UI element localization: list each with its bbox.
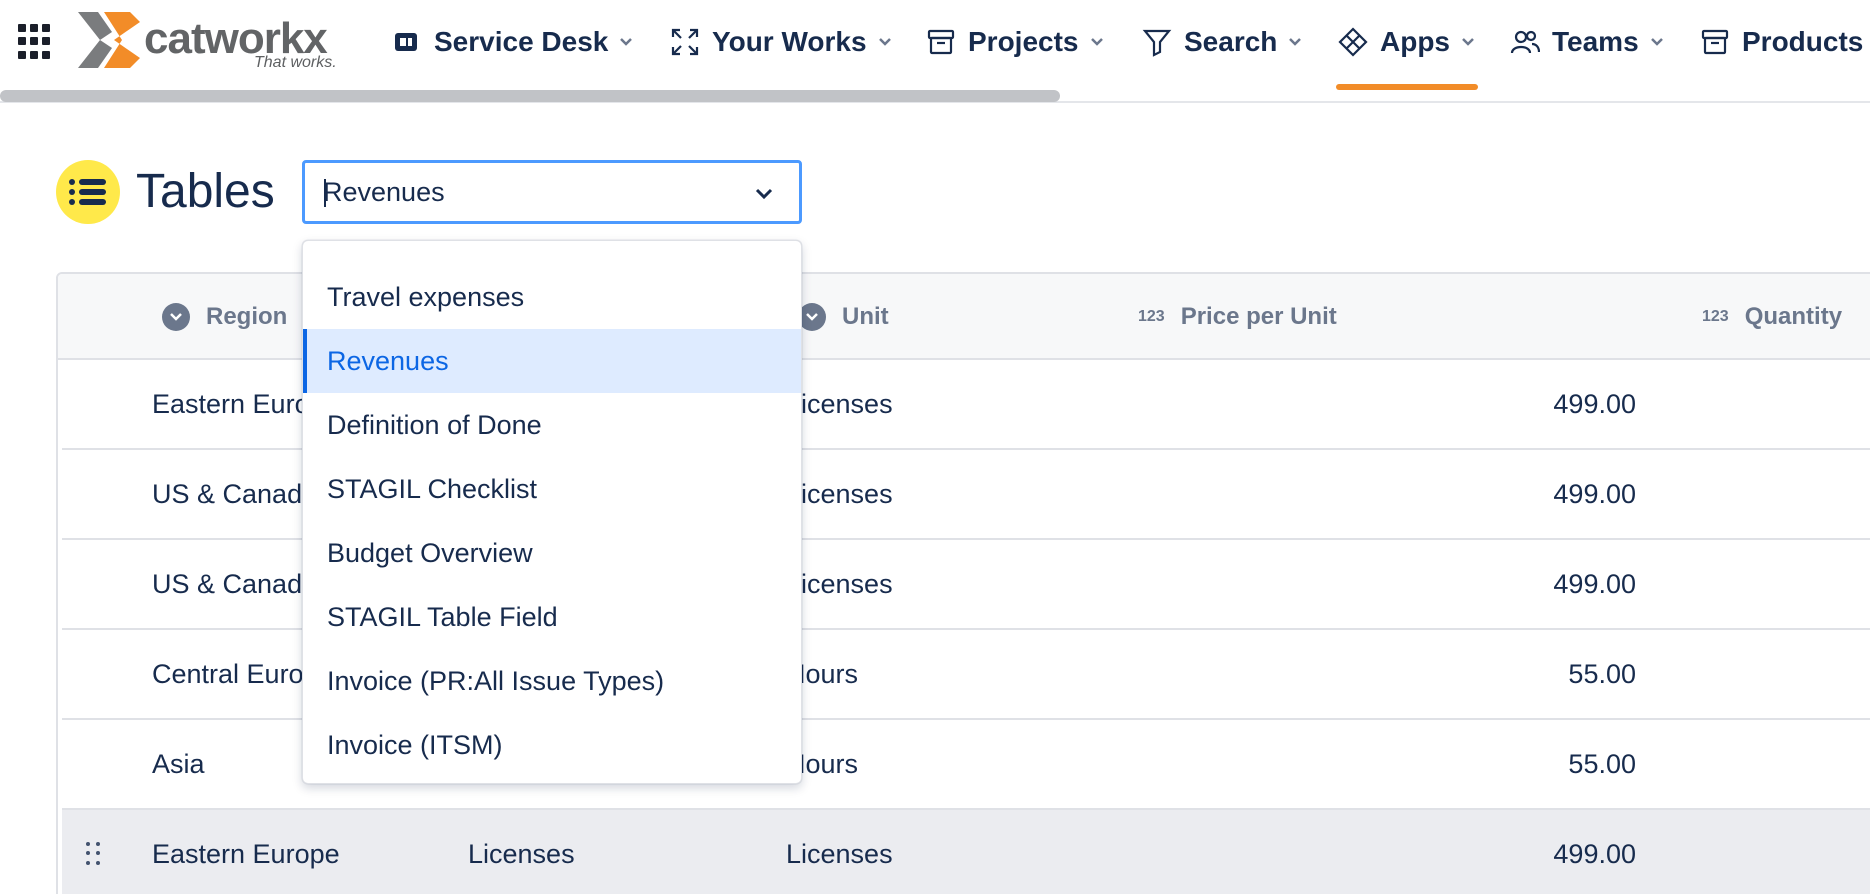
chevron-down-icon: [878, 38, 891, 46]
nav-teams[interactable]: Teams: [1510, 20, 1665, 64]
table-select-input[interactable]: Revenues: [302, 160, 802, 224]
text-caret: [324, 179, 326, 207]
column-quantity-label: Quantity: [1744, 303, 1843, 330]
top-navigation: catworkx That works. Service Desk Your W…: [0, 0, 1870, 103]
catworkx-mark-icon: [78, 12, 140, 68]
tables-list-icon: [56, 160, 120, 224]
brand-tagline: That works.: [254, 54, 337, 71]
cell-price[interactable]: 55.00: [1336, 630, 1636, 718]
horizontal-scrollbar[interactable]: [0, 90, 1060, 102]
service-desk-icon: [395, 33, 417, 51]
dropdown-circle-icon: [162, 303, 190, 331]
column-header-quantity[interactable]: 123 Quantity: [1702, 300, 1842, 334]
menu-option-revenues[interactable]: Revenues: [303, 329, 801, 393]
active-nav-indicator: [1336, 84, 1478, 90]
menu-option-invoice-pr[interactable]: Invoice (PR:All Issue Types): [303, 649, 801, 713]
menu-option-budget-overview[interactable]: Budget Overview: [303, 521, 801, 585]
cell-price[interactable]: 499.00: [1336, 450, 1636, 538]
menu-option-stagil-checklist[interactable]: STAGIL Checklist: [303, 457, 801, 521]
number-type-icon: 123: [1702, 308, 1729, 325]
table-select-menu: Travel expenses Revenues Definition of D…: [302, 240, 802, 784]
chevron-down-icon: [1090, 38, 1103, 46]
nav-your-works[interactable]: Your Works: [670, 20, 893, 64]
cell-price[interactable]: 499.00: [1336, 360, 1636, 448]
number-type-icon: 123: [1138, 308, 1165, 325]
cell-region[interactable]: US & Canada: [152, 540, 317, 628]
column-region-label: Region: [206, 303, 288, 330]
nav-projects[interactable]: Projects: [926, 20, 1105, 64]
column-header-price-per-unit[interactable]: 123 Price per Unit: [1138, 300, 1337, 334]
menu-option-stagil-table-field[interactable]: STAGIL Table Field: [303, 585, 801, 649]
catworkx-logo[interactable]: catworkx That works.: [78, 12, 348, 72]
nav-apps[interactable]: Apps: [1338, 20, 1476, 64]
menu-option-invoice-itsm[interactable]: Invoice (ITSM): [303, 713, 801, 777]
cell-region[interactable]: Eastern Europe: [152, 810, 340, 894]
app-switcher-grid-icon[interactable]: [18, 24, 54, 60]
column-unit-label: Unit: [842, 303, 889, 330]
nav-search-label: Search: [1184, 26, 1278, 57]
people-icon: [1510, 30, 1540, 54]
expand-arrows-icon: [671, 28, 699, 56]
cell-unit[interactable]: Licenses: [786, 810, 893, 894]
menu-option-definition-of-done[interactable]: Definition of Done: [303, 393, 801, 457]
cell-price[interactable]: 499.00: [1336, 810, 1636, 894]
list-icon: [69, 179, 106, 205]
column-header-region[interactable]: Region: [162, 300, 287, 334]
drag-handle-icon[interactable]: [86, 842, 102, 866]
dropdown-circle-icon: [798, 303, 826, 331]
filter-funnel-icon: [1142, 29, 1172, 57]
nav-apps-label: Apps: [1380, 26, 1450, 57]
apps-diamond-icon: [1338, 27, 1368, 57]
cell-price[interactable]: 499.00: [1336, 540, 1636, 628]
chevron-down-icon[interactable]: [755, 187, 773, 201]
cell-region[interactable]: US & Canada: [152, 450, 317, 538]
chevron-down-icon: [1289, 38, 1302, 46]
archive-box-icon: [927, 29, 955, 55]
archive-box-icon: [1701, 29, 1729, 55]
cell-price[interactable]: 55.00: [1336, 720, 1636, 808]
nav-products-label: Products: [1742, 26, 1864, 57]
cell-product[interactable]: Licenses: [468, 810, 575, 894]
table-select-value: Revenues: [323, 176, 445, 207]
column-price-label: Price per Unit: [1180, 303, 1337, 330]
nav-service-desk[interactable]: Service Desk: [392, 20, 634, 64]
chevron-down-icon: [1650, 38, 1663, 46]
menu-option-travel-expenses[interactable]: Travel expenses: [303, 265, 801, 329]
page-title: Tables: [136, 165, 275, 218]
chevron-down-icon: [1462, 38, 1474, 46]
nav-service-desk-label: Service Desk: [434, 26, 609, 57]
nav-projects-label: Projects: [968, 26, 1079, 57]
nav-teams-label: Teams: [1552, 26, 1639, 57]
column-header-unit[interactable]: Unit: [798, 300, 889, 334]
cell-region[interactable]: Asia: [152, 720, 205, 808]
nav-products[interactable]: Products: [1700, 20, 1863, 64]
nav-your-works-label: Your Works: [712, 26, 867, 57]
nav-search[interactable]: Search: [1142, 20, 1303, 64]
chevron-down-icon: [620, 38, 633, 46]
table-row-hovered[interactable]: Eastern Europe Licenses Licenses 499.00: [62, 810, 1870, 894]
